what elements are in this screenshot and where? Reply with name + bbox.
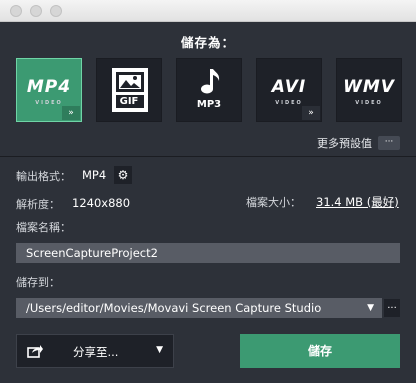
format-mp3[interactable]: MP3 xyxy=(176,58,242,122)
format-options-icon[interactable]: » xyxy=(302,106,320,120)
format-label: MP4 xyxy=(26,77,72,97)
file-name-label: 檔案名稱： xyxy=(16,221,71,234)
music-note-icon xyxy=(201,69,220,94)
close-window-button[interactable] xyxy=(10,5,22,17)
gear-icon[interactable]: ⚙ xyxy=(114,166,132,184)
share-label: 分享至... xyxy=(73,345,119,359)
file-name-field[interactable]: ScreenCaptureProject2 xyxy=(16,243,400,263)
save-to-label: 儲存到： xyxy=(16,276,60,289)
format-label: WMV xyxy=(343,77,395,97)
zoom-window-button[interactable] xyxy=(50,5,62,17)
heading: 儲存為： xyxy=(180,35,235,50)
format-avi[interactable]: AVI VIDEO » xyxy=(256,58,322,122)
title-bar xyxy=(0,0,416,22)
format-label: MP3 xyxy=(196,99,222,110)
format-options-icon[interactable]: » xyxy=(62,106,80,120)
chevron-down-icon: ▼ xyxy=(367,303,374,313)
browse-button[interactable]: ... xyxy=(384,299,400,317)
more-presets-button[interactable]: ··· xyxy=(378,136,400,150)
resolution-value: 1240x880 xyxy=(72,196,131,210)
format-label: AVI xyxy=(271,77,307,97)
minimize-window-button[interactable] xyxy=(30,5,42,17)
more-presets-label: 更多預設值 xyxy=(317,137,372,150)
format-sublabel: VIDEO xyxy=(355,100,383,106)
file-size-value[interactable]: 31.4 MB (最好) xyxy=(316,194,399,210)
format-gif[interactable]: GIF xyxy=(96,58,162,122)
output-format-value: MP4 xyxy=(82,168,107,182)
chevron-down-icon: ▼ xyxy=(156,345,163,355)
export-panel: 儲存為： MP4 VIDEO » GIF MP3 AVI VIDEO » WMV… xyxy=(0,22,416,383)
save-button[interactable]: 儲存 xyxy=(240,334,400,368)
format-wmv[interactable]: WMV VIDEO xyxy=(336,58,402,122)
output-format-label: 輸出格式： xyxy=(16,170,71,183)
divider xyxy=(0,156,416,157)
format-label: GIF xyxy=(119,96,139,107)
format-mp4[interactable]: MP4 VIDEO » xyxy=(16,58,82,122)
share-dropdown[interactable]: 分享至... ▼ xyxy=(16,334,174,368)
save-path-select[interactable]: /Users/editor/Movies/Movavi Screen Captu… xyxy=(16,298,382,318)
share-icon xyxy=(27,345,43,358)
save-path-value: /Users/editor/Movies/Movavi Screen Captu… xyxy=(26,301,322,315)
more-presets: 更多預設值 ··· xyxy=(317,135,400,151)
file-size-label: 檔案大小： xyxy=(246,196,301,209)
resolution-label: 解析度： xyxy=(16,198,60,211)
